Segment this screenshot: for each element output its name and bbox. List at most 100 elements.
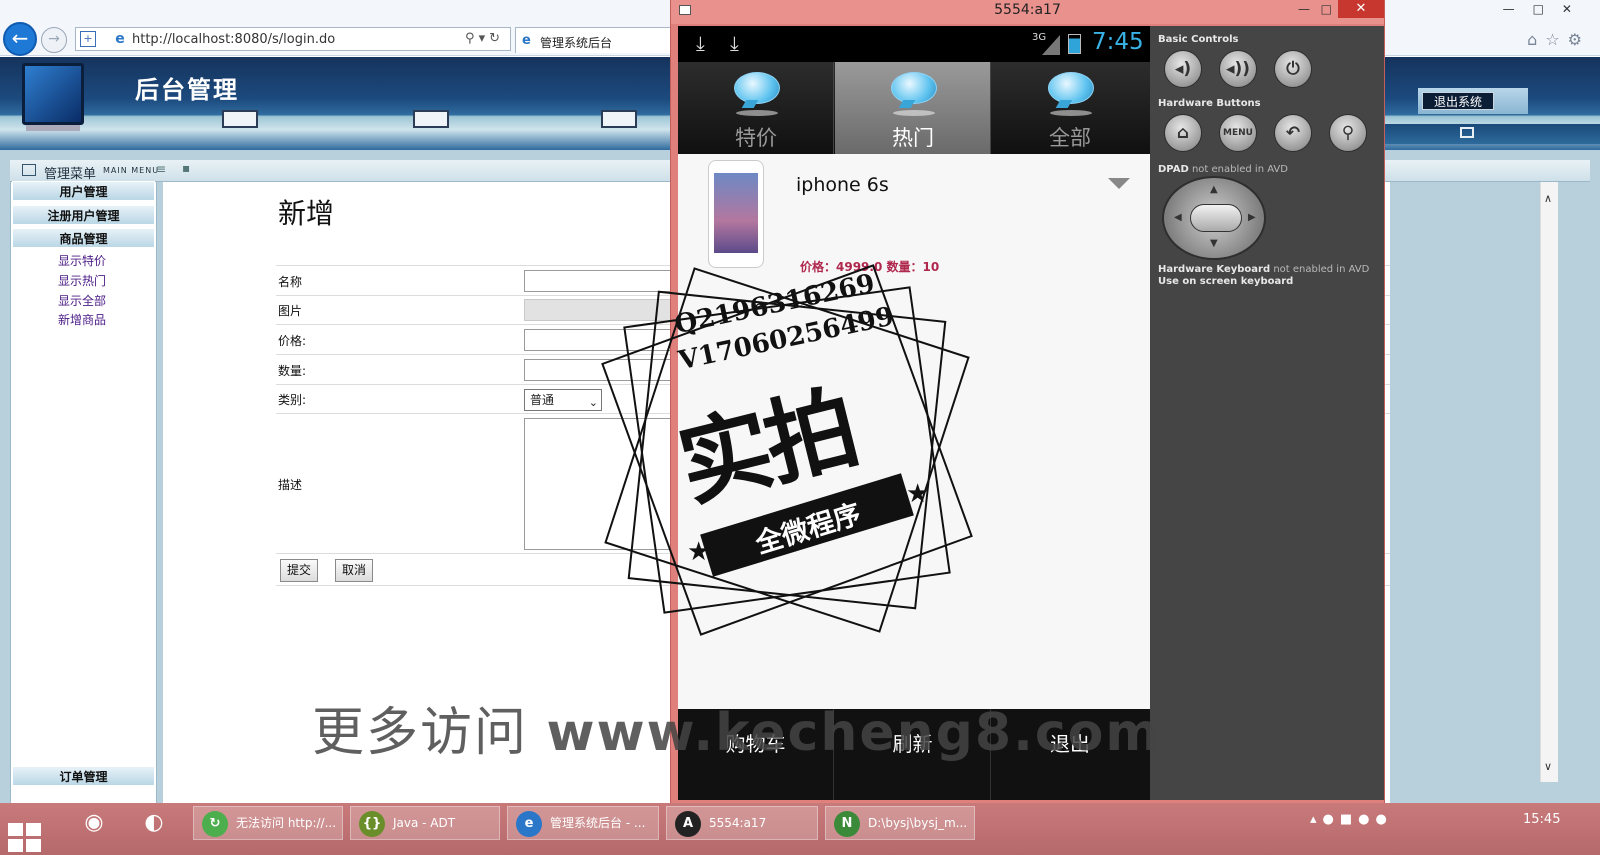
logout-button[interactable]: 退出系统 — [1422, 92, 1494, 110]
back-icon[interactable]: ↶ — [1274, 114, 1312, 152]
tab-label: 全部 — [1049, 126, 1091, 150]
dpad-right-icon[interactable]: ▶ — [1248, 212, 1256, 223]
product-price-quantity: 价格：4999.0 数量：10 — [800, 260, 940, 274]
dpad-center[interactable] — [1190, 204, 1242, 232]
price-field[interactable] — [524, 329, 674, 351]
product-image[interactable] — [708, 160, 764, 268]
volume-up-icon[interactable]: ◂)) — [1219, 50, 1257, 88]
expand-caret-icon[interactable] — [1108, 178, 1130, 189]
compat-shield-icon[interactable]: + — [80, 31, 96, 47]
close-icon[interactable]: ✕ — [1338, 0, 1384, 18]
category-select[interactable]: 普通 ⌄ — [524, 389, 602, 411]
task-emulator[interactable]: A 5554:a17 — [666, 806, 818, 840]
monitor-icon — [1460, 127, 1474, 138]
menu-order-mgmt[interactable]: 订单管理 — [12, 766, 155, 786]
home-icon[interactable]: ⌂ — [1164, 114, 1202, 152]
product-name[interactable]: iphone 6s — [796, 174, 889, 196]
maximize-icon[interactable]: □ — [1321, 2, 1332, 16]
emulator-controls: Basic Controls ◂) ◂)) ⏻ Hardware Buttons… — [1150, 26, 1384, 800]
quantity-field[interactable] — [524, 359, 674, 381]
taskbar-clock: 15:45 — [1523, 812, 1561, 827]
menu-icon — [22, 164, 36, 176]
task-ie[interactable]: e 管理系统后台 - ... — [507, 806, 659, 840]
browser-icon: ↻ — [202, 811, 228, 837]
chevron-down-icon: ⌄ — [588, 396, 598, 409]
page-scrollbar[interactable]: ∧ ∨ — [1540, 182, 1558, 782]
category-value: 普通 — [530, 393, 555, 407]
address-url[interactable]: http://localhost:8080/s/login.do — [132, 32, 335, 47]
ie-icon: e — [516, 811, 542, 837]
task-label: 无法访问 http://... — [236, 816, 337, 830]
system-tray-icons[interactable]: ▴●■●● — [1310, 812, 1393, 827]
volume-down-icon[interactable]: ◂) — [1164, 50, 1202, 88]
tab-specials[interactable]: 特价 — [678, 62, 834, 154]
emulator-titlebar: 5554:a17 — □ ✕ — [671, 0, 1384, 24]
image-file-field[interactable] — [524, 299, 674, 321]
ie-tab-icon: e — [522, 33, 531, 48]
chevron-up-icon[interactable]: ∧ — [1544, 192, 1552, 205]
browser-tab[interactable]: e 管理系统后台 — [515, 27, 675, 53]
task-label: 5554:a17 — [709, 816, 767, 830]
task-label: 管理系统后台 - ... — [550, 816, 646, 830]
category-label: 类别: — [278, 393, 307, 407]
description-textarea[interactable] — [524, 418, 674, 550]
menu-link-add[interactable]: 新增商品 — [58, 311, 106, 328]
monitor-icon — [222, 110, 258, 128]
monitor-icon — [413, 110, 449, 128]
task-label: Java - ADT — [393, 816, 456, 830]
signal-icon: 3G — [1032, 32, 1062, 55]
task-browser[interactable]: ↻ 无法访问 http://... — [193, 806, 343, 840]
address-bar[interactable]: + e http://localhost:8080/s/login.do ⚲▾↻ — [75, 27, 511, 51]
menu-link-all[interactable]: 显示全部 — [58, 292, 106, 309]
collapse-icon[interactable]: ≡ — [156, 162, 166, 176]
forward-arrow-icon[interactable]: → — [41, 27, 67, 53]
chevron-down-icon[interactable]: ∨ — [1544, 760, 1552, 773]
download-icon: ⤓ — [696, 31, 705, 55]
tab-all[interactable]: 全部 — [992, 62, 1148, 154]
battery-icon — [1068, 34, 1081, 54]
home-star-gear-icons[interactable]: ⌂☆⚙ — [1527, 30, 1590, 49]
search-icon[interactable]: ⚲ — [1329, 114, 1367, 152]
tab-label: 热门 — [892, 126, 934, 150]
menu-link-hot[interactable]: 显示热门 — [58, 272, 106, 289]
submit-button[interactable]: 提交 — [280, 559, 318, 582]
chat-bubble-tail — [1055, 100, 1073, 108]
minimize-icon[interactable]: — — [1298, 2, 1310, 16]
notepad-icon: N — [834, 811, 860, 837]
menu-goods-mgmt[interactable]: 商品管理 — [12, 228, 155, 248]
browser-window-controls[interactable]: —□✕ — [1503, 2, 1590, 16]
name-field[interactable] — [524, 270, 674, 292]
menu-button[interactable]: MENU — [1219, 114, 1257, 152]
site-watermark: 更多访问 www.kecheng8.com — [312, 690, 1162, 765]
product-list: iphone 6s 价格：4999.0 数量：10 — [678, 154, 1150, 709]
header-strip — [1380, 124, 1600, 144]
dpad-up-icon[interactable]: ▲ — [1210, 184, 1218, 195]
dpad-down-icon[interactable]: ▼ — [1210, 238, 1218, 249]
search-refresh-icons[interactable]: ⚲▾↻ — [465, 31, 504, 46]
dpad-left-icon[interactable]: ◀ — [1174, 212, 1182, 223]
cancel-button[interactable]: 取消 — [335, 559, 373, 582]
task-label: D:\bysj\bysj_m... — [868, 816, 968, 830]
dpad-control[interactable]: ▲ ▼ ◀ ▶ — [1162, 176, 1266, 260]
status-bar: ⤓ ⤓ 3G 7:45 — [678, 26, 1150, 62]
tab-hot[interactable]: 热门 — [835, 62, 991, 154]
task-notepad[interactable]: N D:\bysj\bysj_m... — [825, 806, 975, 840]
chat-bubble-tail — [741, 100, 759, 108]
chrome-icon[interactable]: ◐ — [132, 804, 176, 842]
windows-start-icon[interactable] — [8, 823, 44, 855]
task-eclipse[interactable]: {} Java - ADT — [350, 806, 500, 840]
chat-bubble-tail — [898, 100, 916, 108]
back-arrow-icon[interactable]: ← — [3, 22, 37, 56]
icon-shadow — [1050, 110, 1092, 116]
menu-link-specials[interactable]: 显示特价 — [58, 252, 106, 269]
icon-shadow — [893, 110, 935, 116]
qq-icon[interactable]: ◉ — [72, 804, 116, 842]
monitor-logo-icon — [22, 63, 84, 125]
watermark-prefix: 更多访问 — [312, 703, 529, 763]
phone-screen-image — [714, 173, 758, 253]
power-icon[interactable]: ⏻ — [1274, 50, 1312, 88]
image-label: 图片 — [278, 304, 303, 318]
icon-shadow — [736, 110, 778, 116]
menu-registered-users[interactable]: 注册用户管理 — [12, 205, 155, 225]
menu-user-mgmt[interactable]: 用户管理 — [12, 181, 155, 201]
